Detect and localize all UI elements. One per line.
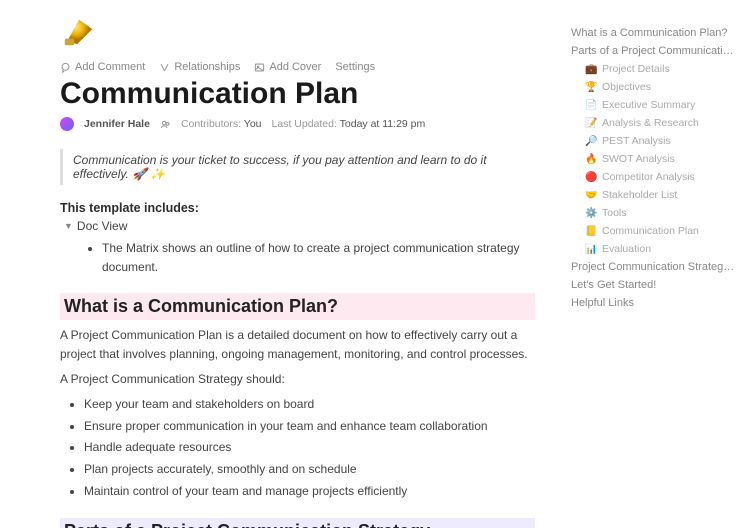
briefcase-icon: 💼 bbox=[585, 64, 597, 75]
toc-subitem[interactable]: 💼Project Details bbox=[571, 60, 738, 78]
section1-p2: A Project Communication Strategy should: bbox=[60, 370, 535, 389]
toc-item[interactable]: Project Communication Strategy Tips! bbox=[571, 258, 738, 276]
section-heading-2: Parts of a Project Communication Strateg… bbox=[60, 518, 535, 528]
page-toolbar: Add Comment Relationships Add Cover Sett… bbox=[60, 61, 535, 73]
list-item: Keep your team and stakeholders on board bbox=[84, 394, 535, 416]
gear-icon: ⚙️ bbox=[585, 208, 597, 219]
list-item: Plan projects accurately, smoothly and o… bbox=[84, 459, 535, 481]
docview-desc: The Matrix shows an outline of how to cr… bbox=[102, 239, 535, 277]
toolbar-label: Add Comment bbox=[75, 61, 145, 73]
note-icon: 📒 bbox=[585, 226, 597, 237]
byline: Jennifer Hale Contributors: You Last Upd… bbox=[60, 117, 535, 131]
contributors-label: Contributors: bbox=[181, 118, 241, 130]
list-item: Maintain control of your team and manage… bbox=[84, 481, 535, 503]
includes-heading: This template includes: bbox=[60, 201, 535, 215]
toc-subitem[interactable]: 🔥SWOT Analysis bbox=[571, 150, 738, 168]
caret-down-icon: ▼ bbox=[64, 221, 73, 231]
toc-subitem[interactable]: 📊Evaluation bbox=[571, 240, 738, 258]
add-cover-button[interactable]: Add Cover bbox=[254, 61, 321, 73]
toc-subitem[interactable]: 🔎PEST Analysis bbox=[571, 132, 738, 150]
relationships-button[interactable]: Relationships bbox=[159, 61, 240, 73]
handshake-icon: 🤝 bbox=[585, 190, 597, 201]
outline-sidebar: What is a Communication Plan? Parts of a… bbox=[565, 0, 750, 528]
toolbar-label: Add Cover bbox=[269, 61, 321, 73]
list-item: Ensure proper communication in your team… bbox=[84, 416, 535, 438]
toc-item[interactable]: What is a Communication Plan? bbox=[571, 24, 738, 42]
page-title: Communication Plan bbox=[60, 77, 535, 111]
fire-icon: 🔥 bbox=[585, 154, 597, 165]
section1-p1: A Project Communication Plan is a detail… bbox=[60, 326, 535, 363]
toc-item[interactable]: Parts of a Project Communication St... bbox=[571, 42, 738, 60]
main-content: Add Comment Relationships Add Cover Sett… bbox=[0, 0, 565, 528]
toc-subitem[interactable]: 📝Analysis & Research bbox=[571, 114, 738, 132]
toc-subitem[interactable]: 📄Executive Summary bbox=[571, 96, 738, 114]
magnify-icon: 🔎 bbox=[585, 136, 597, 147]
toc-subitem[interactable]: 🏆Objectives bbox=[571, 78, 738, 96]
toc-subitem[interactable]: 🔴Competitor Analysis bbox=[571, 168, 738, 186]
toc-item[interactable]: Helpful Links bbox=[571, 294, 738, 312]
toc-subitem[interactable]: 📒Communication Plan bbox=[571, 222, 738, 240]
docview-label: Doc View bbox=[77, 219, 127, 233]
author-name: Jennifer Hale bbox=[84, 118, 150, 130]
updated-value: Today at 11:29 pm bbox=[340, 118, 426, 130]
section-heading-1: What is a Communication Plan? bbox=[60, 293, 535, 320]
author-avatar[interactable] bbox=[60, 117, 74, 131]
doc-icon: 📄 bbox=[585, 100, 597, 111]
circle-icon: 🔴 bbox=[585, 172, 597, 183]
quote-block: Communication is your ticket to success,… bbox=[60, 149, 535, 185]
list-item: Handle adequate resources bbox=[84, 437, 535, 459]
updated-label: Last Updated: bbox=[272, 118, 337, 130]
contributors-value: You bbox=[244, 118, 262, 130]
trophy-icon: 🏆 bbox=[585, 82, 597, 93]
strategy-list: Keep your team and stakeholders on board… bbox=[84, 394, 535, 502]
toc-item[interactable]: Let's Get Started! bbox=[571, 276, 738, 294]
docview-toggle[interactable]: ▼ Doc View bbox=[64, 219, 535, 233]
contributors-icon bbox=[160, 119, 171, 130]
toc-subitem[interactable]: 🤝Stakeholder List bbox=[571, 186, 738, 204]
add-comment-button[interactable]: Add Comment bbox=[60, 61, 145, 73]
memo-icon: 📝 bbox=[585, 118, 597, 129]
chart-icon: 📊 bbox=[585, 244, 597, 255]
toolbar-label: Relationships bbox=[174, 61, 240, 73]
toolbar-label: Settings bbox=[335, 61, 375, 73]
toc-subitem[interactable]: ⚙️Tools bbox=[571, 204, 738, 222]
page-icon[interactable] bbox=[60, 12, 535, 55]
settings-button[interactable]: Settings bbox=[335, 61, 375, 73]
